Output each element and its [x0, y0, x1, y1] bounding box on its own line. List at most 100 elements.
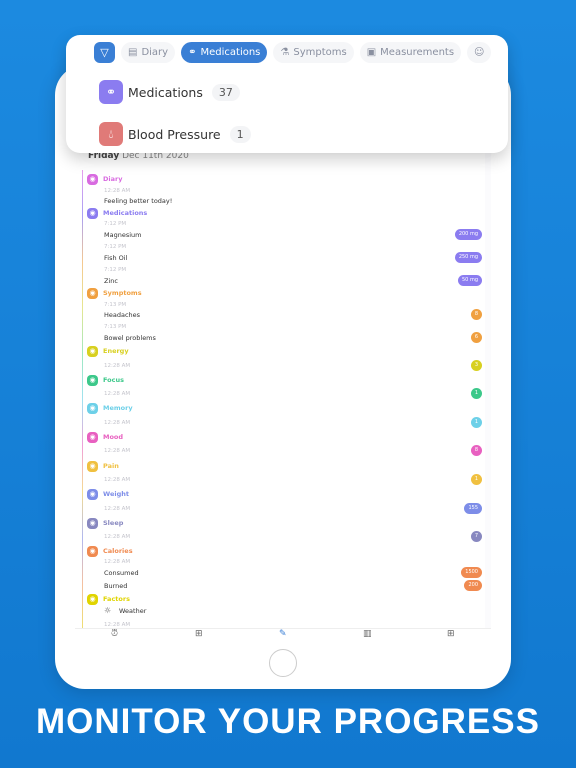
focus-icon: ◉: [87, 375, 98, 386]
chip-label: Diary: [141, 46, 169, 58]
timeline-time: 12:28 AM 155: [75, 503, 485, 517]
bottom-tab-bar: ⏰︎ ⊞ ✎ ▥ ⊞: [75, 628, 491, 640]
timeline-header[interactable]: ◉ Symptoms: [75, 288, 485, 301]
timeline-header[interactable]: ◉ Factors: [75, 594, 485, 607]
category-label: Weight: [103, 490, 129, 498]
entry-text: Weather: [119, 607, 147, 615]
category-label: Pain: [103, 462, 119, 470]
timeline-item[interactable]: Headaches 8: [75, 309, 485, 323]
category-label: Mood: [103, 433, 124, 441]
alarm-icon[interactable]: ⏰︎: [111, 629, 118, 639]
timeline-item[interactable]: Consumed 1500: [75, 567, 485, 581]
chip-mood[interactable]: ☺: [467, 41, 492, 63]
entry-text: Zinc: [104, 277, 118, 285]
entry-text: Consumed: [104, 569, 139, 577]
pills-icon: ⚭: [99, 80, 123, 104]
category-label: Diary: [103, 175, 123, 183]
entry-time: 7:13 PM: [104, 302, 127, 308]
filter-icon: ▽: [100, 45, 109, 59]
grid-icon[interactable]: ⊞: [447, 629, 455, 639]
value-badge: 250 mg: [454, 252, 482, 263]
home-button[interactable]: [269, 649, 297, 677]
category-label: Sleep: [103, 519, 124, 527]
factors-icon: ◉: [87, 594, 98, 605]
value-badge: 50 mg: [458, 275, 482, 286]
timeline-header[interactable]: ◉ Energy: [75, 346, 485, 359]
entry-time: 12:28 AM: [104, 534, 131, 540]
suggestion-label: Medications: [128, 84, 203, 100]
value-badge: 3: [470, 360, 482, 371]
chip-measurements[interactable]: ▣ Measurements: [359, 41, 462, 63]
medications-icon: ◉: [87, 208, 98, 219]
diary-icon: ▤: [128, 46, 138, 58]
category-label: Symptoms: [103, 289, 142, 297]
value-badge: 1: [470, 474, 482, 485]
timeline-header[interactable]: ◉ Weight: [75, 489, 485, 502]
category-label: Memory: [103, 404, 133, 412]
timeline-header[interactable]: ◉ Memory: [75, 403, 485, 416]
timeline-header[interactable]: ◉ Focus: [75, 375, 485, 388]
energy-icon: ◉: [87, 346, 98, 357]
entry-time: 12:28 AM: [104, 188, 131, 194]
timeline-item[interactable]: Zinc 50 mg: [75, 275, 485, 289]
app-screen: Friday Dec 11th 2020 ◉ Diary 12:28 AM Feeli…: [75, 88, 491, 640]
entry-text: Burned: [104, 582, 128, 590]
timeline-item[interactable]: Burned 200: [75, 580, 485, 594]
entry-text: Headaches: [104, 311, 141, 319]
calories-icon: ◉: [87, 546, 98, 557]
weight-icon: ◉: [87, 489, 98, 500]
suggestion-blood-pressure[interactable]: 💧︎ Blood Pressure 1: [99, 122, 251, 146]
timeline-time: 12:28 AM 7: [75, 531, 485, 545]
chip-medications[interactable]: ⚭ Medications: [181, 41, 268, 63]
filter-button[interactable]: ▽: [94, 41, 115, 63]
value-badge: 155: [464, 503, 482, 514]
timeline-header[interactable]: ◉ Mood: [75, 432, 485, 445]
value-badge: 1500: [461, 567, 482, 578]
timeline-list[interactable]: Friday Dec 11th 2020 ◉ Diary 12:28 AM Feeli…: [75, 88, 485, 630]
entry-time: 12:28 AM: [104, 420, 131, 426]
timeline-item[interactable]: Magnesium 200 mg: [75, 229, 485, 243]
chip-symptoms[interactable]: ⚗ Symptoms: [273, 41, 354, 63]
stats-icon[interactable]: ▥: [363, 629, 372, 639]
category-label: Focus: [103, 376, 124, 384]
entry-time: 7:12 PM: [104, 267, 127, 273]
entry-text: Feeling better today!: [104, 197, 173, 205]
value-badge: 200: [464, 580, 482, 591]
entry-time: 12:28 AM: [104, 506, 131, 512]
timeline-header[interactable]: ◉ Diary: [75, 174, 485, 187]
timeline-header[interactable]: ◉ Sleep: [75, 518, 485, 531]
timeline-item[interactable]: Bowel problems 6: [75, 332, 485, 346]
drop-icon: 💧︎: [99, 122, 123, 146]
category-label: Factors: [103, 595, 130, 603]
chip-label: Symptoms: [293, 46, 347, 58]
timeline-item[interactable]: ☼ Weather: [75, 606, 485, 619]
suggestion-count: 1: [229, 125, 251, 143]
value-badge: 200 mg: [454, 229, 482, 240]
flask-icon: ⚗: [280, 46, 290, 58]
chip-diary[interactable]: ▤ Diary: [121, 41, 176, 63]
sun-icon: ☼: [104, 606, 112, 615]
suggestion-count: 37: [211, 83, 240, 101]
entry-text: Bowel problems: [104, 334, 156, 342]
pills-icon: ⚭: [188, 46, 197, 58]
suggestion-label: Blood Pressure: [128, 126, 221, 142]
timeline-time: 12:28 AM 8: [75, 445, 485, 459]
entry-time: 7:12 PM: [104, 244, 127, 250]
timeline-item[interactable]: Feeling better today!: [75, 197, 485, 209]
edit-icon[interactable]: ✎: [279, 629, 287, 639]
mood-icon: ◉: [87, 432, 98, 443]
filter-chips: ▽ ▤ Diary ⚭ Medications ⚗ Symptoms ▣ Measure…: [94, 41, 492, 63]
entry-text: Magnesium: [104, 231, 142, 239]
timeline-time: 12:28 AM 3: [75, 360, 485, 374]
entry-time: 7:12 PM: [104, 221, 127, 227]
value-badge: 8: [470, 309, 482, 320]
timeline-item[interactable]: Fish Oil 250 mg: [75, 252, 485, 266]
value-badge: 1: [470, 388, 482, 399]
value-badge: 8: [470, 445, 482, 456]
entry-time: 12:28 AM: [104, 363, 131, 369]
add-folder-icon[interactable]: ⊞: [195, 629, 203, 639]
timeline-header[interactable]: ◉ Pain: [75, 461, 485, 474]
suggestion-medications[interactable]: ⚭ Medications 37: [99, 80, 240, 104]
category-label: Energy: [103, 347, 129, 355]
value-badge: 7: [470, 531, 482, 542]
